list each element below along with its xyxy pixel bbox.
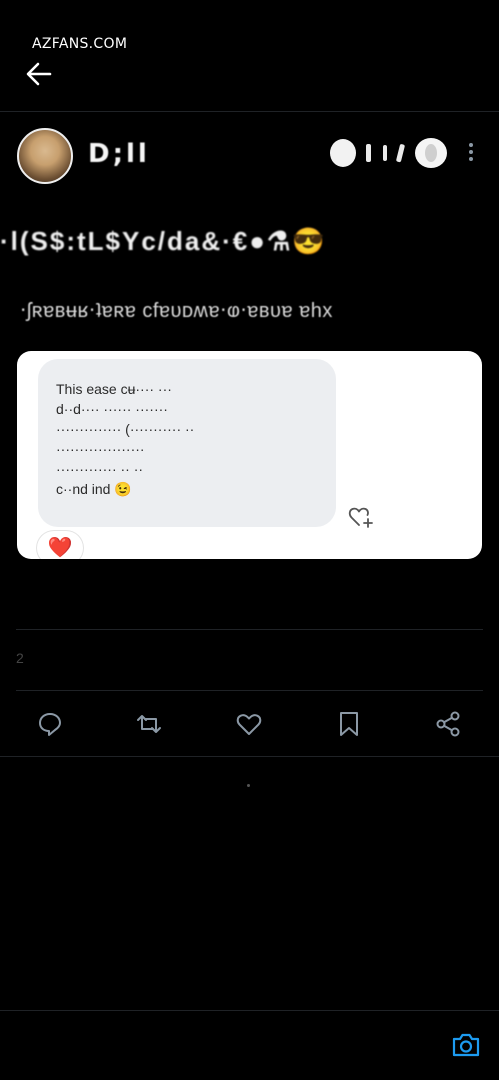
reply-icon	[39, 713, 61, 736]
share-button[interactable]	[433, 709, 463, 739]
reply-button[interactable]	[35, 709, 65, 739]
heart-reaction: ❤️	[37, 531, 83, 559]
camera-button[interactable]	[450, 1030, 482, 1060]
stat-count: 2	[16, 650, 24, 666]
avatar[interactable]	[17, 128, 73, 184]
repost-icon	[137, 715, 161, 733]
action-bar	[0, 703, 499, 745]
more-options-button[interactable]	[466, 140, 476, 164]
repost-button[interactable]	[134, 709, 164, 739]
follow-button[interactable]	[328, 136, 448, 170]
footer-divider	[0, 1010, 499, 1011]
add-reaction-button[interactable]	[348, 505, 374, 529]
arrow-left-icon	[26, 62, 52, 86]
actions-divider	[0, 756, 499, 757]
stats-top-divider	[16, 629, 483, 630]
message-bubble: This ease cʉ···· ··· d··d···· ······ ···…	[38, 359, 336, 527]
more-vertical-icon	[469, 143, 473, 161]
back-button[interactable]	[24, 60, 54, 88]
heart-plus-icon	[348, 507, 373, 528]
attached-screenshot[interactable]: This ease cʉ···· ··· d··d···· ······ ···…	[17, 351, 482, 559]
post-text-line-1: ·l(S$:tL$Yc/da&·€●⚗😎	[0, 226, 327, 256]
loading-dot	[247, 784, 250, 787]
bookmark-button[interactable]	[334, 709, 364, 739]
camera-icon	[452, 1033, 480, 1057]
post-text-line-2: ‧ʃʀɐʙʉʁ‧ʇɐʀɐ cfɐᴜᴅʍɐ‧ⱷ‧ɐʙᴜɐ ɐhx	[20, 300, 333, 322]
bookmark-icon	[340, 712, 358, 736]
stats-bottom-divider	[16, 690, 483, 691]
share-icon	[436, 711, 460, 737]
author-display-name[interactable]: D;ll	[88, 139, 150, 169]
watermark: AZFANS.COM	[32, 36, 128, 52]
message-text: This ease cʉ···· ··· d··d···· ······ ···…	[56, 381, 195, 497]
like-icon	[236, 714, 262, 735]
like-button[interactable]	[234, 709, 264, 739]
header-divider	[0, 111, 499, 112]
